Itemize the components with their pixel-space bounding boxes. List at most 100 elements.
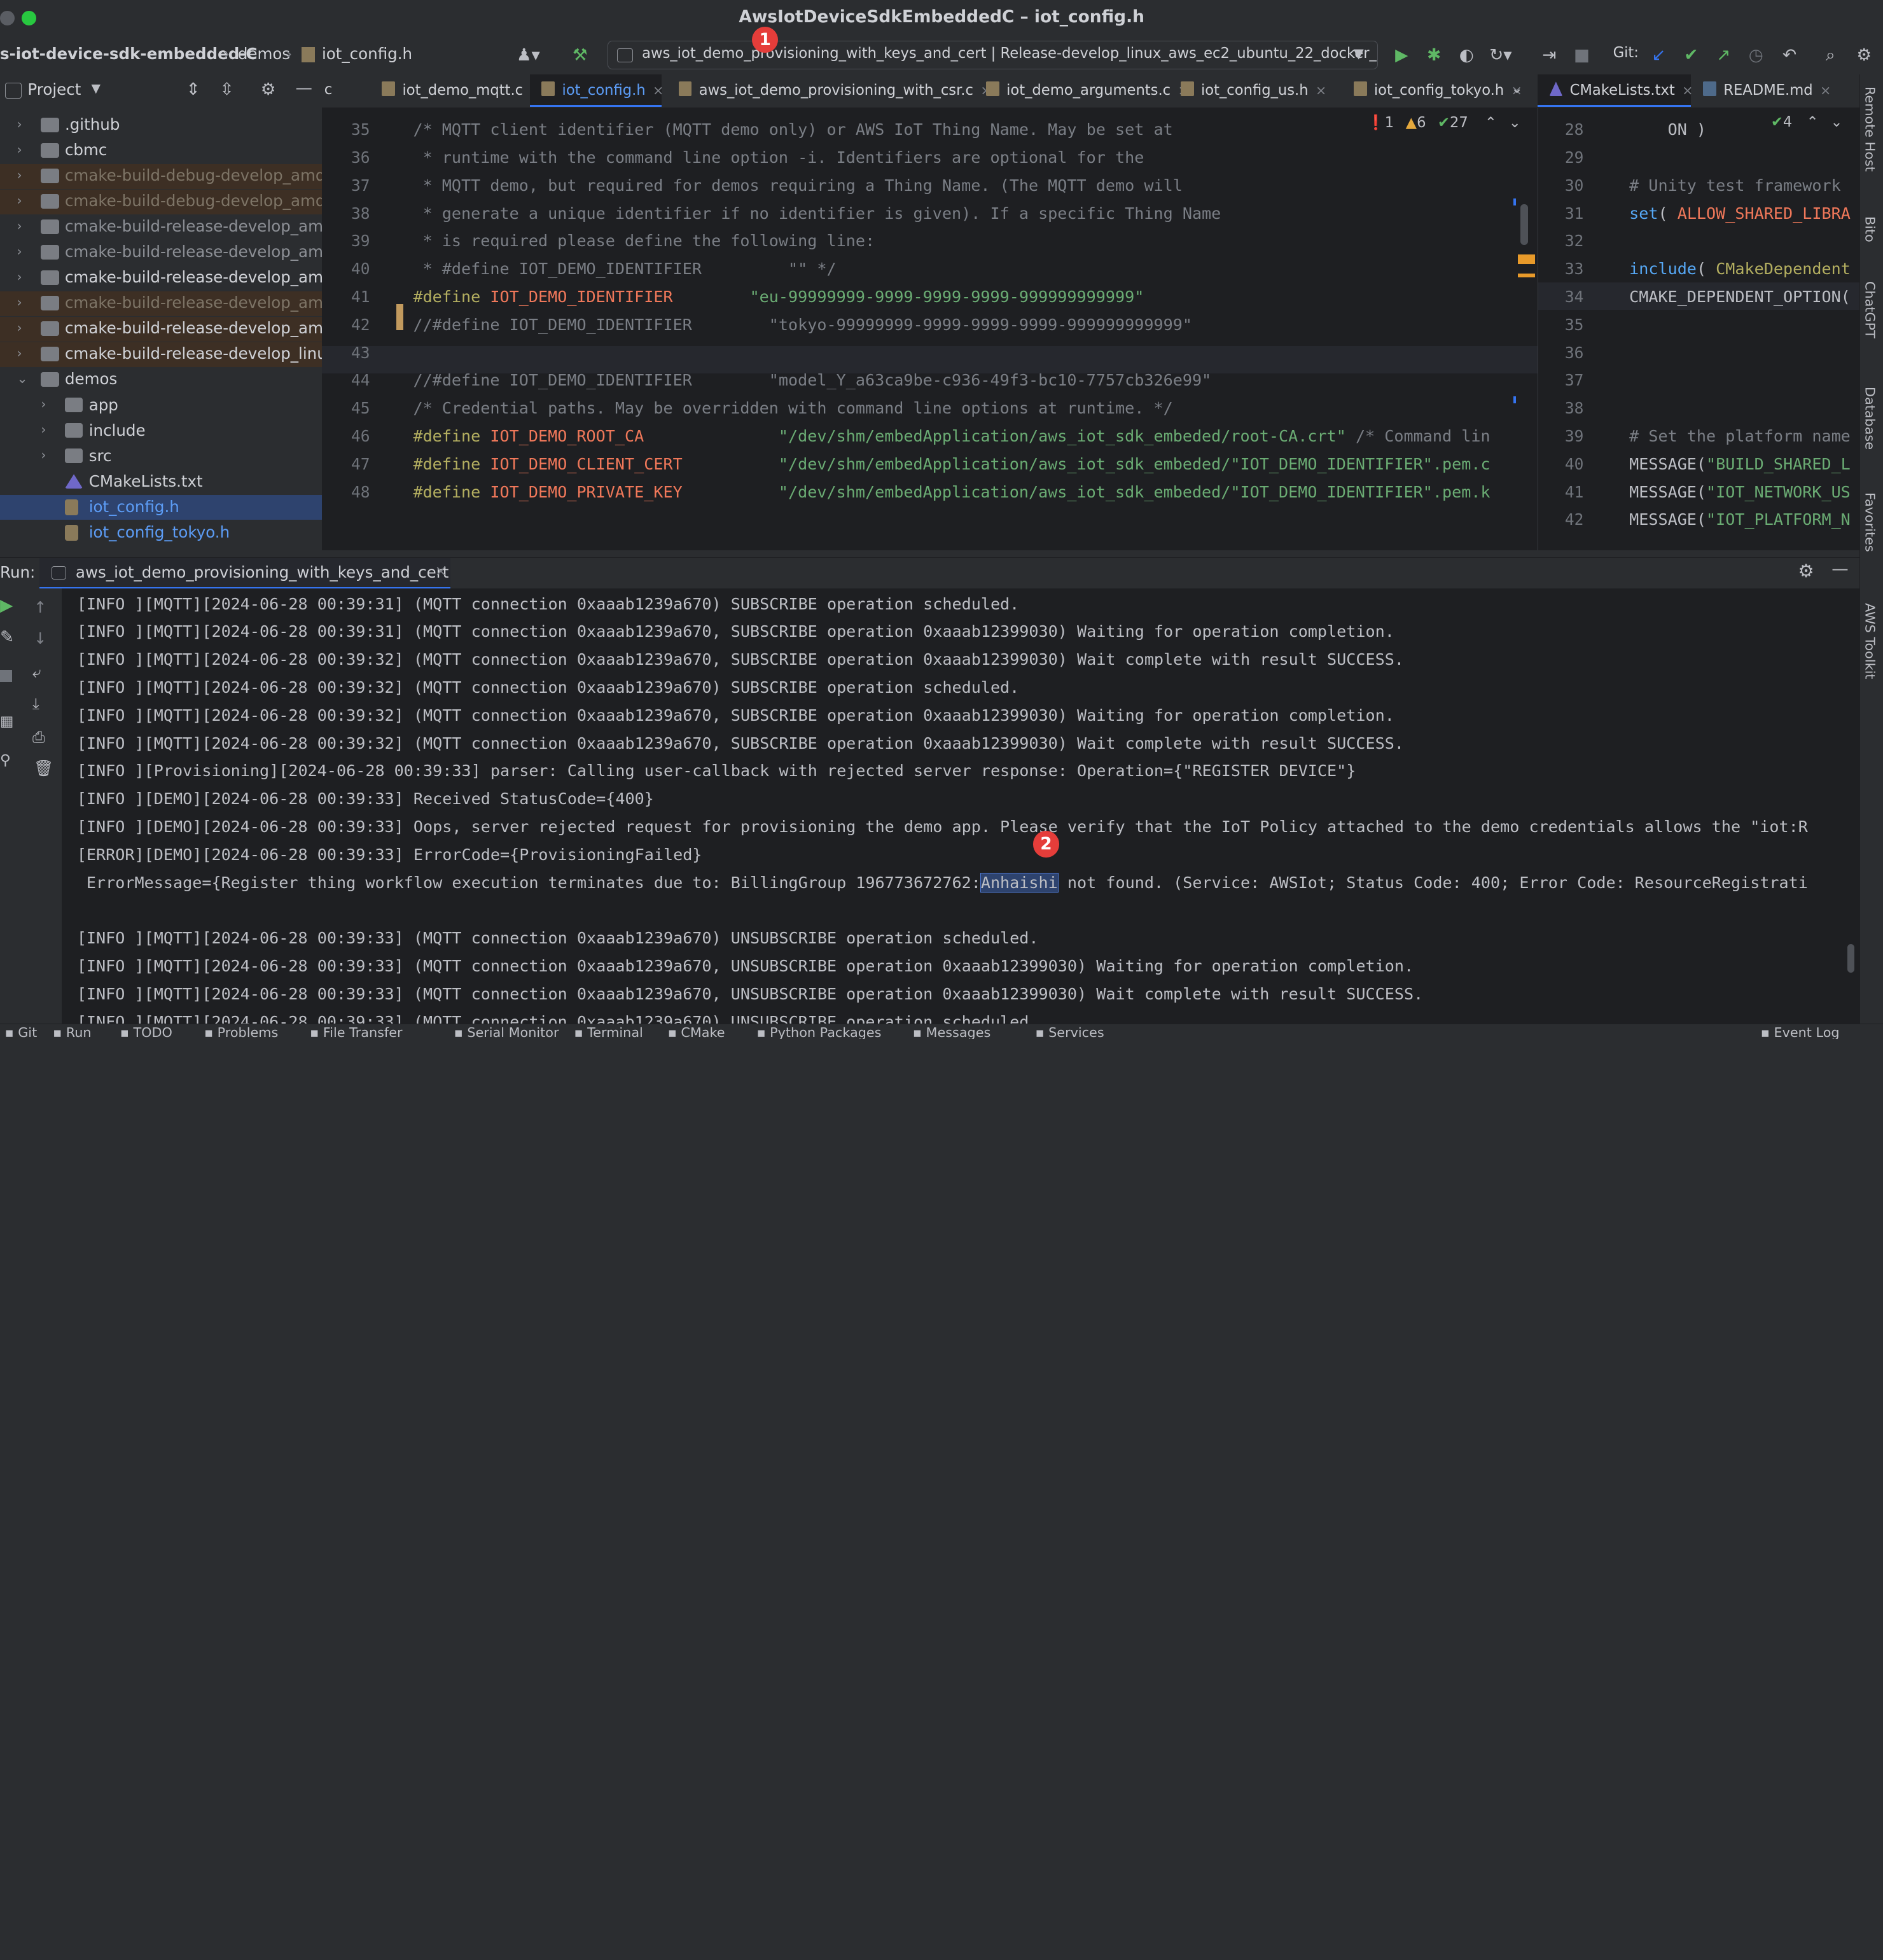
tool-window-favorites[interactable]: Favorites [1862,492,1877,552]
git-push-icon[interactable]: ↗ [1713,45,1734,66]
rollback-icon[interactable]: ↶ [1779,45,1800,66]
editor-tab[interactable]: iot_config_us.h × [1169,74,1337,107]
chevron-right-icon[interactable]: › [17,320,29,335]
tool-window-aws-toolkit[interactable]: AWS Toolkit [1862,603,1877,679]
right-code-editor[interactable]: ✔4 ⌃⌄ 27 "Set 28 ON ) 29 30 # Unity test fra… [1537,108,1859,550]
tool-window-button[interactable]: ▪ Run [53,1025,91,1039]
tool-window-button[interactable]: ▪ Problems [204,1025,278,1039]
scroll-to-end-icon[interactable]: ⤓ [32,694,39,712]
rerun-icon[interactable]: ▶ [0,595,13,615]
run-configuration-select[interactable]: aws_iot_demo_provisioning_with_keys_and_… [608,41,1378,70]
chevron-down-icon[interactable]: ⌄ [17,371,29,386]
chevron-right-icon[interactable]: › [17,218,29,233]
tree-item[interactable]: › cmake-build-release-develop_linux_ [0,342,322,368]
chevron-down-icon[interactable]: ▼ [91,81,101,95]
tree-item[interactable]: CMakeLists.txt [0,469,322,495]
chevron-right-icon[interactable]: › [41,447,53,462]
project-panel-title[interactable]: Project [27,80,81,99]
gear-icon[interactable]: ⚙ [1853,45,1875,66]
hide-panel-icon[interactable]: — [1831,559,1848,579]
run-tab[interactable]: aws_iot_demo_provisioning_with_keys_and_… [39,558,450,590]
tree-item[interactable]: › cmake-build-release-develop_amd_ [0,215,322,240]
wrench-icon[interactable]: ✎ [0,627,14,647]
build-hammer-icon[interactable]: ⚒ [569,45,591,66]
tree-item[interactable]: › cmake-build-release-develop_amd_ [0,266,322,291]
tree-item[interactable]: › .github [0,113,322,138]
debug-icon[interactable]: ✱ [1423,45,1445,66]
gear-icon[interactable]: ⚙ [1798,560,1814,581]
layout-icon[interactable]: ▦ [0,713,13,730]
editor-tab[interactable]: README.md × [1691,74,1835,107]
close-icon[interactable]: × [653,83,664,98]
git-history-icon[interactable]: ◷ [1745,45,1767,66]
chevron-right-icon[interactable]: › [17,345,29,361]
editor-tab[interactable]: iot_config.h × [529,74,664,108]
tool-window-button[interactable]: ▪ TODO [120,1025,172,1039]
chevron-right-icon[interactable]: › [17,116,29,132]
tool-window-chatgpt[interactable]: ChatGPT [1862,281,1877,338]
close-icon[interactable]: × [1316,83,1326,98]
profile-icon[interactable]: ↻▾ [1489,45,1511,66]
down-icon[interactable]: ↓ [34,629,47,648]
chevron-down-icon[interactable]: ⌄ [1511,80,1523,97]
editor-tab[interactable]: CMakeLists.txt × [1537,74,1693,108]
tool-window-button[interactable]: ▪ Python Packages [756,1025,881,1039]
editor-tab[interactable]: aws_iot_demo_provisioning_with_csr.c× [667,74,992,107]
editor-tab[interactable]: c [322,74,358,107]
pin-icon[interactable]: ⚲ [0,752,11,768]
coverage-icon[interactable]: ◐ [1456,45,1477,66]
editor-tab[interactable]: iot_demo_mqtt.c× [370,74,541,107]
tool-window-button[interactable]: ▪ Services [1035,1025,1104,1039]
chevron-right-icon[interactable]: › [41,422,53,437]
stop-icon[interactable] [0,670,12,683]
tree-item[interactable]: ⌄ demos [0,368,322,393]
tree-item[interactable]: iot_config.h [0,494,322,520]
chevron-down-icon[interactable]: ▼ [1354,46,1364,61]
breadcrumb-demos[interactable]: demos [238,45,290,63]
user-icon[interactable]: ♟▾ [517,45,540,66]
tree-item[interactable]: › cbmc [0,138,322,163]
hide-panel-icon[interactable]: — [295,78,312,98]
inspection-widget[interactable]: ❗1 ▲6 ✔27 ⌃ ⌄ [1367,114,1521,131]
chevron-right-icon[interactable]: › [41,396,53,412]
tree-item[interactable]: › cmake-build-release-develop_amd_ [0,291,322,317]
tool-window-button[interactable]: ▪ Messages [913,1025,990,1039]
tree-item[interactable]: › cmake-build-release-develop_amd_ [0,316,322,342]
soft-wrap-icon[interactable]: ⤶ [32,663,41,681]
tree-item[interactable]: › cmake-build-debug-develop_amd_ [0,189,322,215]
gear-icon[interactable]: ⚙ [261,80,276,99]
print-icon[interactable]: ⎙ [32,728,45,746]
selected-text[interactable]: Anhaishi [980,872,1059,893]
up-icon[interactable]: ↑ [34,598,47,616]
git-commit-icon[interactable]: ✔ [1680,45,1702,66]
git-update-icon[interactable]: ↙ [1648,45,1669,66]
close-icon[interactable]: × [434,563,447,580]
tree-item[interactable]: › include [0,419,322,444]
tool-window-button[interactable]: ▪ CMake [668,1025,725,1039]
tree-item[interactable]: › cmake-build-debug-develop_amd_ [0,163,322,190]
tool-window-remote-host[interactable]: Remote Host [1862,87,1877,172]
right-inspection-widget[interactable]: ✔4 ⌃ ⌄ [1771,114,1843,130]
chevron-right-icon[interactable]: › [17,244,29,259]
tool-window-button[interactable]: ▪ Git [5,1025,38,1039]
run-console[interactable]: [INFO ][MQTT][2024-06-28 00:39:31] (MQTT… [62,588,1859,1024]
tool-window-button[interactable]: ▪ Terminal [574,1025,643,1039]
attach-icon[interactable]: ⇥ [1539,45,1560,66]
chevron-right-icon[interactable]: › [17,142,29,157]
chevron-right-icon[interactable]: › [17,269,29,284]
expand-all-icon[interactable]: ⇕ [186,80,200,99]
editor-tab[interactable]: iot_config_tokyo.h × [1342,74,1522,107]
code-editor[interactable]: ❗1 ▲6 ✔27 ⌃⌄ 34 35 /* MQTT client identifi… [321,108,1538,550]
tree-item[interactable]: › cmake-build-release-develop_amd_ [0,240,322,266]
chevron-right-icon[interactable]: › [17,295,29,310]
tool-window-bito[interactable]: Bito [1862,216,1877,242]
tree-item[interactable]: › src [0,444,322,469]
tree-item[interactable]: iot_config_tokyo.h [0,520,322,546]
tool-window-button[interactable]: ▪ Event Log [1761,1025,1840,1039]
collapse-all-icon[interactable]: ⇳ [220,80,234,99]
close-icon[interactable]: × [1820,83,1831,98]
stop-icon[interactable]: ■ [1571,45,1593,66]
chevron-right-icon[interactable]: › [17,167,29,183]
tool-window-button[interactable]: ▪ File Transfer [310,1025,402,1039]
chevron-right-icon[interactable]: › [17,193,29,208]
